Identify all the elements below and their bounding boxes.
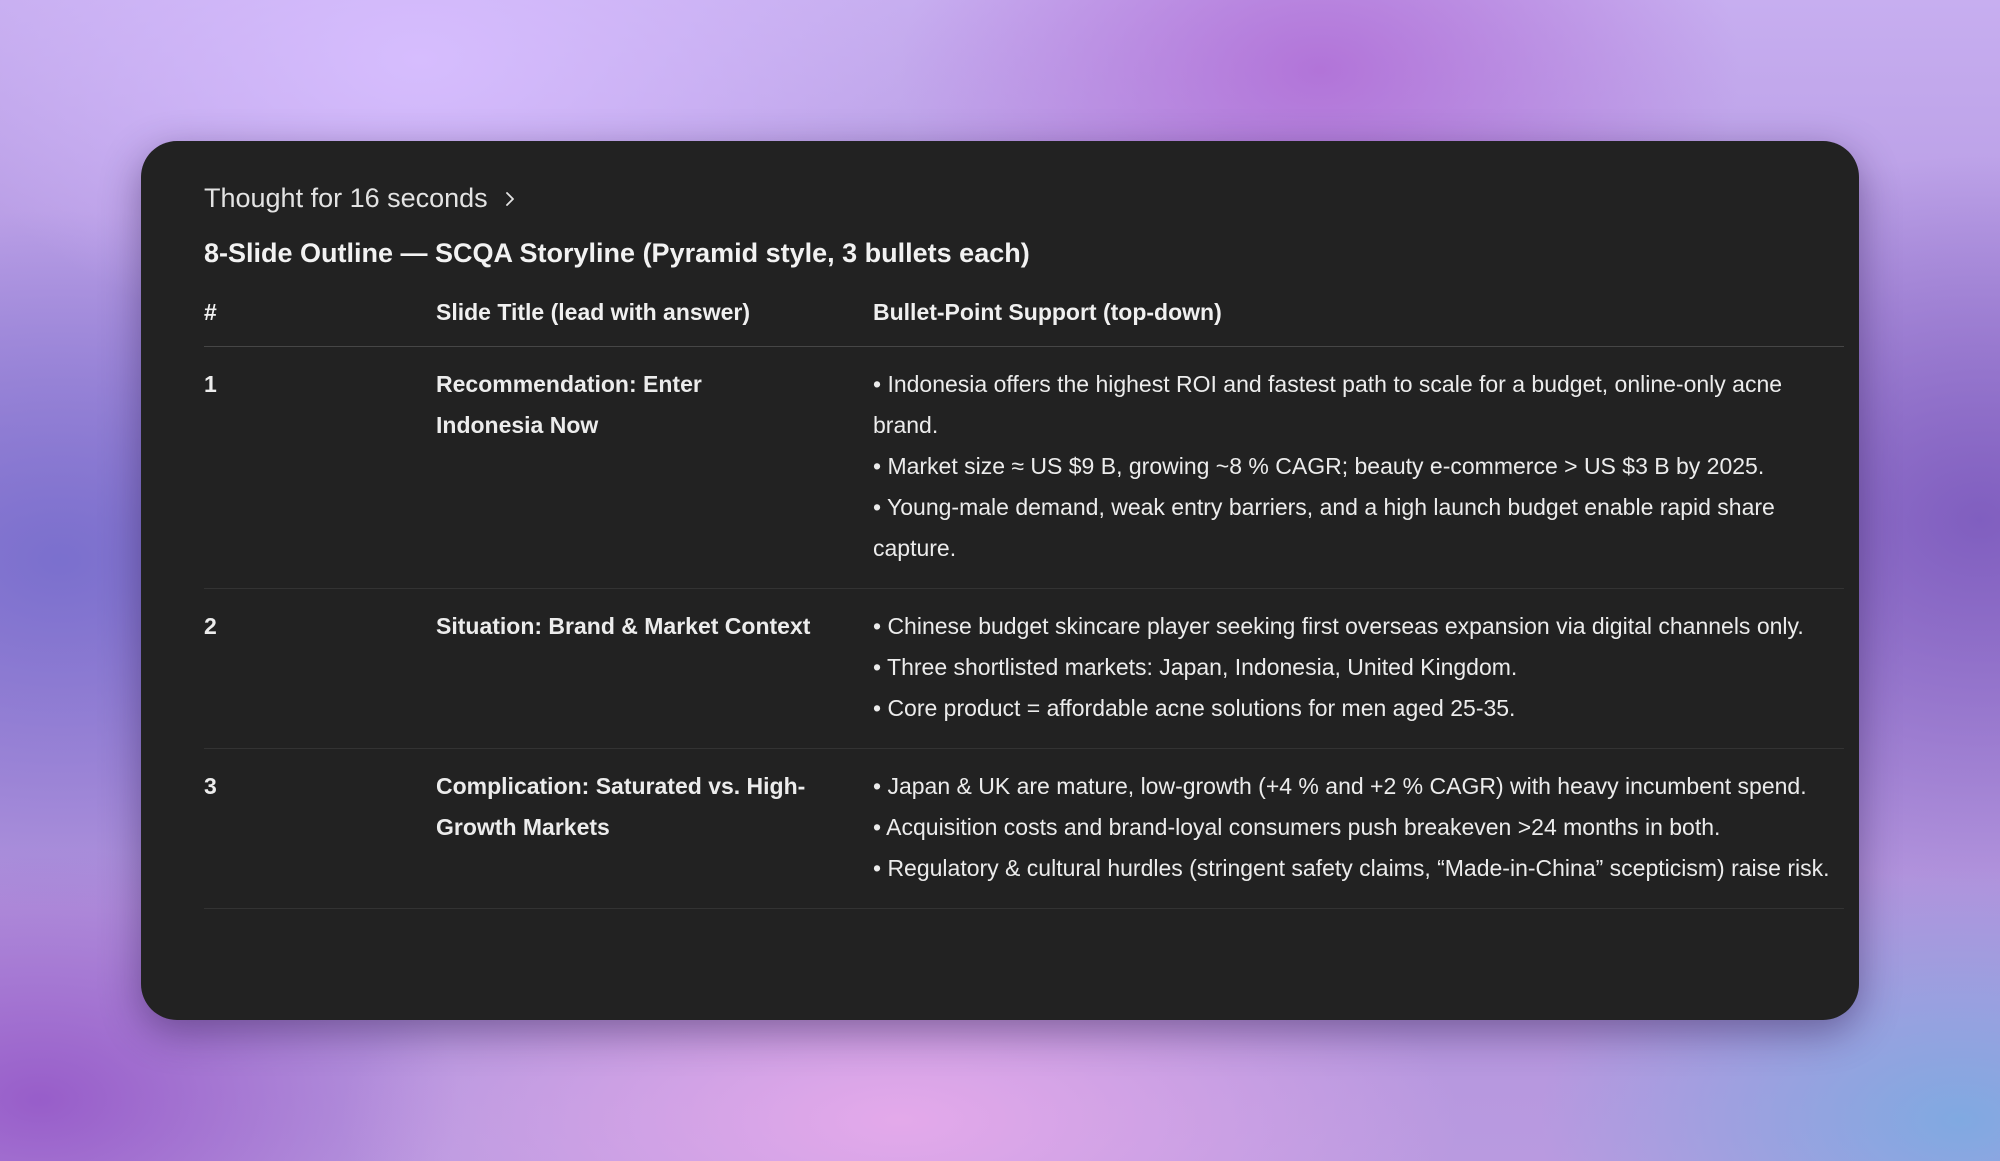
- table-row: 2 Situation: Brand & Market Context • Ch…: [204, 588, 1844, 749]
- bullet-list: • Japan & UK are mature, low-growth (+4 …: [873, 748, 1844, 909]
- bullet-list: • Chinese budget skincare player seeking…: [873, 588, 1844, 749]
- outline-heading: 8-Slide Outline — SCQA Storyline (Pyrami…: [204, 238, 1030, 268]
- bullet-item: • Regulatory & cultural hurdles (stringe…: [873, 855, 1830, 881]
- table-row: 1 Recommendation: Enter Indonesia Now • …: [204, 346, 1844, 589]
- thought-toggle[interactable]: Thought for 16 seconds: [204, 183, 518, 214]
- column-header-number: #: [204, 299, 436, 347]
- bullet-item: • Young-male demand, weak entry barriers…: [873, 494, 1775, 561]
- slide-title: Complication: Saturated vs. High-Growth …: [436, 748, 873, 909]
- table-row: 3 Complication: Saturated vs. High-Growt…: [204, 748, 1844, 909]
- column-header-slide-title: Slide Title (lead with answer): [436, 299, 873, 347]
- slide-number: 3: [204, 748, 436, 909]
- slide-title: Situation: Brand & Market Context: [436, 588, 873, 749]
- outline-table: # Slide Title (lead with answer) Bullet-…: [204, 299, 1844, 909]
- thought-label: Thought for 16 seconds: [204, 183, 488, 213]
- bullet-item: • Three shortlisted markets: Japan, Indo…: [873, 654, 1518, 680]
- slide-number: 2: [204, 588, 436, 749]
- bullet-item: • Core product = affordable acne solutio…: [873, 695, 1516, 721]
- response-card: Thought for 16 seconds 8-Slide Outline —…: [141, 141, 1859, 1020]
- slide-number: 1: [204, 346, 436, 589]
- column-header-bullet-support: Bullet-Point Support (top-down): [873, 299, 1844, 347]
- bullet-item: • Chinese budget skincare player seeking…: [873, 613, 1804, 639]
- table-header-row: # Slide Title (lead with answer) Bullet-…: [204, 299, 1844, 347]
- bullet-item: • Indonesia offers the highest ROI and f…: [873, 371, 1783, 438]
- slide-title: Recommendation: Enter Indonesia Now: [436, 346, 873, 589]
- bullet-item: • Acquisition costs and brand-loyal cons…: [873, 814, 1721, 840]
- chevron-right-icon: [505, 191, 514, 206]
- bullet-list: • Indonesia offers the highest ROI and f…: [873, 346, 1844, 589]
- bullet-item: • Japan & UK are mature, low-growth (+4 …: [873, 773, 1807, 799]
- bullet-item: • Market size ≈ US $9 B, growing ~8 % CA…: [873, 453, 1765, 479]
